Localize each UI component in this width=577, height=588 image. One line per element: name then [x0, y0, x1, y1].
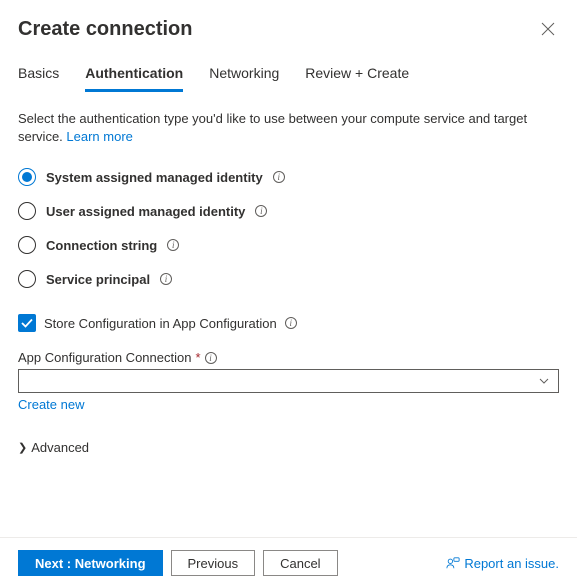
tab-authentication[interactable]: Authentication — [85, 65, 183, 92]
description-text: Select the authentication type you'd lik… — [18, 110, 559, 146]
next-button[interactable]: Next : Networking — [18, 550, 163, 576]
store-config-label: Store Configuration in App Configuration — [44, 316, 277, 331]
info-icon[interactable]: i — [285, 317, 297, 329]
previous-button[interactable]: Previous — [171, 550, 256, 576]
radio-label: Connection string — [46, 238, 157, 253]
tab-bar: Basics Authentication Networking Review … — [18, 65, 559, 92]
radio-connection-string[interactable] — [18, 236, 36, 254]
info-icon[interactable]: i — [167, 239, 179, 251]
page-title: Create connection — [18, 18, 192, 41]
chevron-down-icon — [538, 375, 550, 387]
report-issue-text: Report an issue. — [464, 556, 559, 571]
radio-label: Service principal — [46, 272, 150, 287]
info-icon[interactable]: i — [273, 171, 285, 183]
required-asterisk: * — [195, 350, 200, 365]
advanced-label: Advanced — [31, 440, 89, 455]
app-config-select[interactable] — [18, 369, 559, 393]
cancel-button[interactable]: Cancel — [263, 550, 337, 576]
close-icon[interactable] — [537, 18, 559, 43]
tab-networking[interactable]: Networking — [209, 65, 279, 92]
store-config-checkbox[interactable] — [18, 314, 36, 332]
radio-label: User assigned managed identity — [46, 204, 245, 219]
info-icon[interactable]: i — [160, 273, 172, 285]
app-config-label: App Configuration Connection * i — [18, 350, 559, 365]
radio-label: System assigned managed identity — [46, 170, 263, 185]
info-icon[interactable]: i — [205, 352, 217, 364]
person-feedback-icon — [446, 556, 460, 570]
info-icon[interactable]: i — [255, 205, 267, 217]
radio-user-assigned[interactable] — [18, 202, 36, 220]
app-config-label-text: App Configuration Connection — [18, 350, 191, 365]
tab-review-create[interactable]: Review + Create — [305, 65, 409, 92]
learn-more-link[interactable]: Learn more — [66, 129, 132, 144]
radio-service-principal[interactable] — [18, 270, 36, 288]
radio-system-assigned[interactable] — [18, 168, 36, 186]
footer-bar: Next : Networking Previous Cancel Report… — [0, 537, 577, 588]
create-new-link[interactable]: Create new — [18, 397, 559, 412]
report-issue-link[interactable]: Report an issue. — [446, 556, 559, 571]
tab-basics[interactable]: Basics — [18, 65, 59, 92]
chevron-right-icon: ❯ — [18, 441, 27, 454]
advanced-expander[interactable]: ❯ Advanced — [18, 440, 559, 455]
auth-type-radio-group: System assigned managed identity i User … — [18, 168, 559, 288]
